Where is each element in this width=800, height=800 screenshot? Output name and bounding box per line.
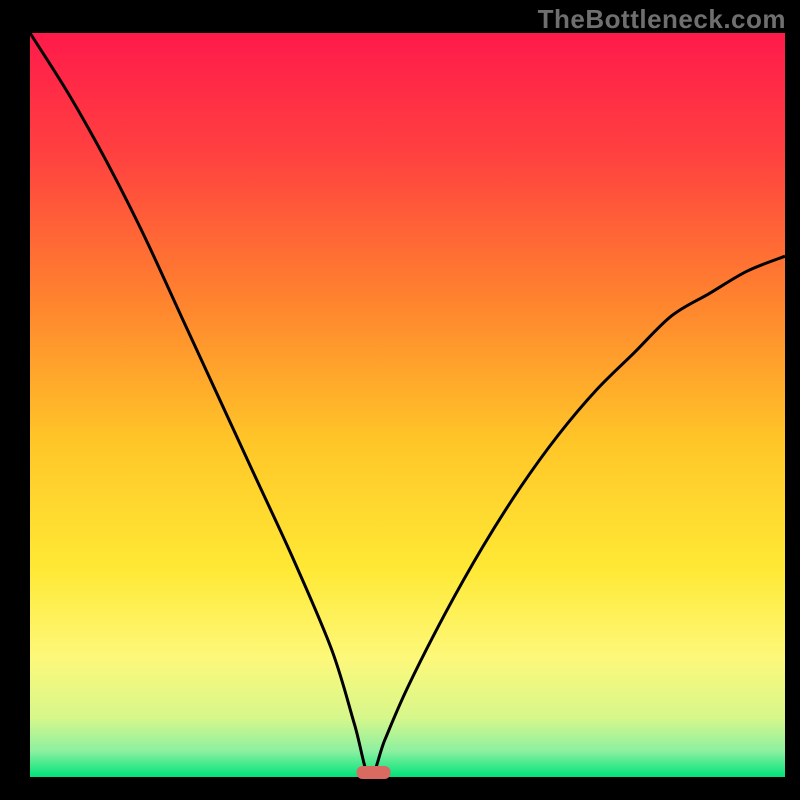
bottleneck-chart — [0, 0, 800, 800]
minimum-marker — [357, 766, 391, 779]
chart-frame: TheBottleneck.com — [0, 0, 800, 800]
watermark-text: TheBottleneck.com — [538, 4, 786, 35]
plot-background — [30, 33, 785, 777]
